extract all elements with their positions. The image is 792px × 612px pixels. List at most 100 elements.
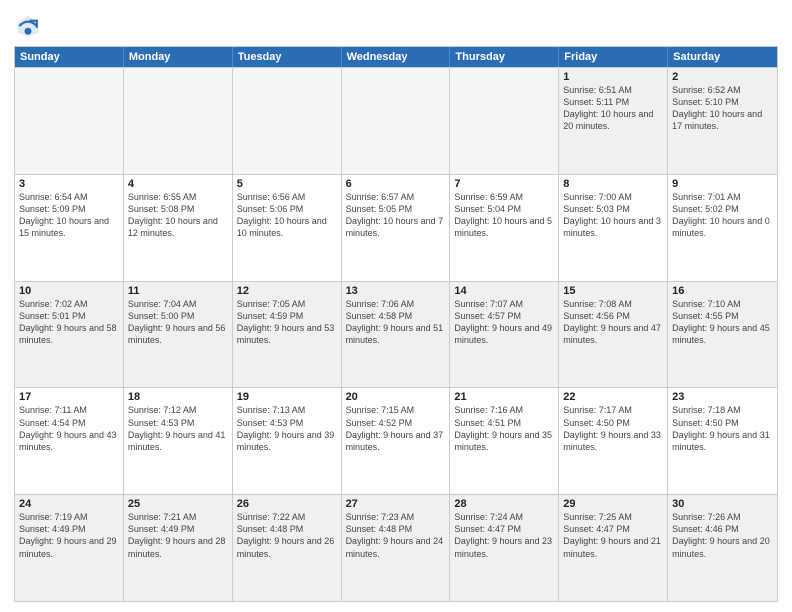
day-number: 19	[237, 391, 337, 403]
cal-cell: 4Sunrise: 6:55 AM Sunset: 5:08 PM Daylig…	[124, 175, 233, 281]
day-number: 25	[128, 498, 228, 510]
cal-cell	[124, 68, 233, 174]
cal-cell: 26Sunrise: 7:22 AM Sunset: 4:48 PM Dayli…	[233, 495, 342, 601]
cal-cell: 23Sunrise: 7:18 AM Sunset: 4:50 PM Dayli…	[668, 388, 777, 494]
cal-cell	[15, 68, 124, 174]
cal-cell: 22Sunrise: 7:17 AM Sunset: 4:50 PM Dayli…	[559, 388, 668, 494]
cal-cell: 7Sunrise: 6:59 AM Sunset: 5:04 PM Daylig…	[450, 175, 559, 281]
week-row-2: 3Sunrise: 6:54 AM Sunset: 5:09 PM Daylig…	[15, 174, 777, 281]
day-number: 28	[454, 498, 554, 510]
day-info: Sunrise: 7:08 AM Sunset: 4:56 PM Dayligh…	[563, 298, 663, 347]
header-day-monday: Monday	[124, 47, 233, 67]
day-number: 26	[237, 498, 337, 510]
day-info: Sunrise: 6:52 AM Sunset: 5:10 PM Dayligh…	[672, 84, 773, 133]
day-info: Sunrise: 7:12 AM Sunset: 4:53 PM Dayligh…	[128, 404, 228, 453]
cal-cell: 9Sunrise: 7:01 AM Sunset: 5:02 PM Daylig…	[668, 175, 777, 281]
cal-cell: 5Sunrise: 6:56 AM Sunset: 5:06 PM Daylig…	[233, 175, 342, 281]
day-info: Sunrise: 7:01 AM Sunset: 5:02 PM Dayligh…	[672, 191, 773, 240]
day-number: 10	[19, 285, 119, 297]
day-info: Sunrise: 7:00 AM Sunset: 5:03 PM Dayligh…	[563, 191, 663, 240]
cal-cell: 25Sunrise: 7:21 AM Sunset: 4:49 PM Dayli…	[124, 495, 233, 601]
day-info: Sunrise: 7:07 AM Sunset: 4:57 PM Dayligh…	[454, 298, 554, 347]
day-number: 17	[19, 391, 119, 403]
day-info: Sunrise: 6:54 AM Sunset: 5:09 PM Dayligh…	[19, 191, 119, 240]
day-info: Sunrise: 7:18 AM Sunset: 4:50 PM Dayligh…	[672, 404, 773, 453]
day-number: 30	[672, 498, 773, 510]
page: SundayMondayTuesdayWednesdayThursdayFrid…	[0, 0, 792, 612]
day-number: 21	[454, 391, 554, 403]
calendar-body: 1Sunrise: 6:51 AM Sunset: 5:11 PM Daylig…	[15, 67, 777, 601]
day-info: Sunrise: 6:55 AM Sunset: 5:08 PM Dayligh…	[128, 191, 228, 240]
day-info: Sunrise: 7:17 AM Sunset: 4:50 PM Dayligh…	[563, 404, 663, 453]
day-number: 2	[672, 71, 773, 83]
day-info: Sunrise: 7:13 AM Sunset: 4:53 PM Dayligh…	[237, 404, 337, 453]
day-number: 12	[237, 285, 337, 297]
day-number: 15	[563, 285, 663, 297]
cal-cell: 12Sunrise: 7:05 AM Sunset: 4:59 PM Dayli…	[233, 282, 342, 388]
cal-cell: 19Sunrise: 7:13 AM Sunset: 4:53 PM Dayli…	[233, 388, 342, 494]
day-info: Sunrise: 7:02 AM Sunset: 5:01 PM Dayligh…	[19, 298, 119, 347]
header-day-tuesday: Tuesday	[233, 47, 342, 67]
day-number: 7	[454, 178, 554, 190]
cal-cell: 18Sunrise: 7:12 AM Sunset: 4:53 PM Dayli…	[124, 388, 233, 494]
cal-cell: 6Sunrise: 6:57 AM Sunset: 5:05 PM Daylig…	[342, 175, 451, 281]
cal-cell: 14Sunrise: 7:07 AM Sunset: 4:57 PM Dayli…	[450, 282, 559, 388]
cal-cell: 2Sunrise: 6:52 AM Sunset: 5:10 PM Daylig…	[668, 68, 777, 174]
day-info: Sunrise: 7:22 AM Sunset: 4:48 PM Dayligh…	[237, 511, 337, 560]
week-row-3: 10Sunrise: 7:02 AM Sunset: 5:01 PM Dayli…	[15, 281, 777, 388]
cal-cell: 16Sunrise: 7:10 AM Sunset: 4:55 PM Dayli…	[668, 282, 777, 388]
cal-cell: 17Sunrise: 7:11 AM Sunset: 4:54 PM Dayli…	[15, 388, 124, 494]
cal-cell: 30Sunrise: 7:26 AM Sunset: 4:46 PM Dayli…	[668, 495, 777, 601]
cal-cell: 29Sunrise: 7:25 AM Sunset: 4:47 PM Dayli…	[559, 495, 668, 601]
logo-icon	[14, 12, 42, 40]
cal-cell: 15Sunrise: 7:08 AM Sunset: 4:56 PM Dayli…	[559, 282, 668, 388]
calendar: SundayMondayTuesdayWednesdayThursdayFrid…	[14, 46, 778, 602]
cal-cell: 11Sunrise: 7:04 AM Sunset: 5:00 PM Dayli…	[124, 282, 233, 388]
header-day-wednesday: Wednesday	[342, 47, 451, 67]
day-number: 20	[346, 391, 446, 403]
calendar-header: SundayMondayTuesdayWednesdayThursdayFrid…	[15, 47, 777, 67]
day-info: Sunrise: 7:23 AM Sunset: 4:48 PM Dayligh…	[346, 511, 446, 560]
day-info: Sunrise: 6:59 AM Sunset: 5:04 PM Dayligh…	[454, 191, 554, 240]
day-number: 1	[563, 71, 663, 83]
cal-cell	[233, 68, 342, 174]
day-number: 14	[454, 285, 554, 297]
day-info: Sunrise: 6:57 AM Sunset: 5:05 PM Dayligh…	[346, 191, 446, 240]
day-info: Sunrise: 7:15 AM Sunset: 4:52 PM Dayligh…	[346, 404, 446, 453]
day-number: 29	[563, 498, 663, 510]
day-info: Sunrise: 7:16 AM Sunset: 4:51 PM Dayligh…	[454, 404, 554, 453]
header-day-sunday: Sunday	[15, 47, 124, 67]
cal-cell	[342, 68, 451, 174]
day-number: 27	[346, 498, 446, 510]
day-number: 23	[672, 391, 773, 403]
day-number: 6	[346, 178, 446, 190]
header	[14, 12, 778, 40]
cal-cell: 1Sunrise: 6:51 AM Sunset: 5:11 PM Daylig…	[559, 68, 668, 174]
day-info: Sunrise: 7:19 AM Sunset: 4:49 PM Dayligh…	[19, 511, 119, 560]
day-number: 9	[672, 178, 773, 190]
cal-cell: 3Sunrise: 6:54 AM Sunset: 5:09 PM Daylig…	[15, 175, 124, 281]
day-info: Sunrise: 7:26 AM Sunset: 4:46 PM Dayligh…	[672, 511, 773, 560]
cal-cell	[450, 68, 559, 174]
day-number: 13	[346, 285, 446, 297]
day-info: Sunrise: 7:25 AM Sunset: 4:47 PM Dayligh…	[563, 511, 663, 560]
day-number: 4	[128, 178, 228, 190]
day-info: Sunrise: 7:21 AM Sunset: 4:49 PM Dayligh…	[128, 511, 228, 560]
cal-cell: 20Sunrise: 7:15 AM Sunset: 4:52 PM Dayli…	[342, 388, 451, 494]
day-number: 3	[19, 178, 119, 190]
cal-cell: 8Sunrise: 7:00 AM Sunset: 5:03 PM Daylig…	[559, 175, 668, 281]
week-row-1: 1Sunrise: 6:51 AM Sunset: 5:11 PM Daylig…	[15, 67, 777, 174]
day-info: Sunrise: 7:10 AM Sunset: 4:55 PM Dayligh…	[672, 298, 773, 347]
week-row-5: 24Sunrise: 7:19 AM Sunset: 4:49 PM Dayli…	[15, 494, 777, 601]
day-number: 11	[128, 285, 228, 297]
day-number: 18	[128, 391, 228, 403]
day-number: 5	[237, 178, 337, 190]
cal-cell: 10Sunrise: 7:02 AM Sunset: 5:01 PM Dayli…	[15, 282, 124, 388]
cal-cell: 24Sunrise: 7:19 AM Sunset: 4:49 PM Dayli…	[15, 495, 124, 601]
day-number: 24	[19, 498, 119, 510]
cal-cell: 13Sunrise: 7:06 AM Sunset: 4:58 PM Dayli…	[342, 282, 451, 388]
day-info: Sunrise: 6:56 AM Sunset: 5:06 PM Dayligh…	[237, 191, 337, 240]
cal-cell: 28Sunrise: 7:24 AM Sunset: 4:47 PM Dayli…	[450, 495, 559, 601]
day-number: 16	[672, 285, 773, 297]
day-info: Sunrise: 7:24 AM Sunset: 4:47 PM Dayligh…	[454, 511, 554, 560]
